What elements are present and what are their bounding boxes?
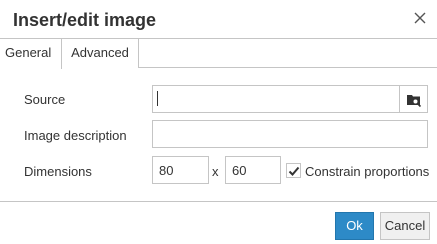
height-input[interactable] xyxy=(225,156,281,184)
ok-button[interactable]: Ok xyxy=(335,212,374,240)
description-label: Image description xyxy=(24,128,127,143)
source-label: Source xyxy=(24,92,66,107)
source-input[interactable] xyxy=(152,85,400,113)
width-input[interactable] xyxy=(152,156,209,184)
insert-image-dialog: Insert/edit image General Advanced Sourc… xyxy=(0,0,437,244)
constrain-checkbox[interactable] xyxy=(286,163,301,178)
dimensions-separator: x xyxy=(212,164,219,179)
checkmark-icon xyxy=(288,166,300,176)
tab-bar: General Advanced xyxy=(0,39,437,69)
browse-image-icon xyxy=(407,95,422,108)
browse-button[interactable] xyxy=(399,85,428,113)
close-icon[interactable] xyxy=(412,10,428,26)
tab-advanced[interactable]: Advanced xyxy=(62,39,139,68)
description-input[interactable] xyxy=(152,120,428,148)
dimensions-label: Dimensions xyxy=(24,164,92,179)
dialog-title: Insert/edit image xyxy=(13,10,157,30)
cancel-button[interactable]: Cancel xyxy=(380,212,430,240)
text-caret xyxy=(157,91,158,106)
constrain-label[interactable]: Constrain proportions xyxy=(305,164,429,180)
tab-general[interactable]: General xyxy=(0,39,62,69)
dialog-header: Insert/edit image xyxy=(0,0,437,39)
